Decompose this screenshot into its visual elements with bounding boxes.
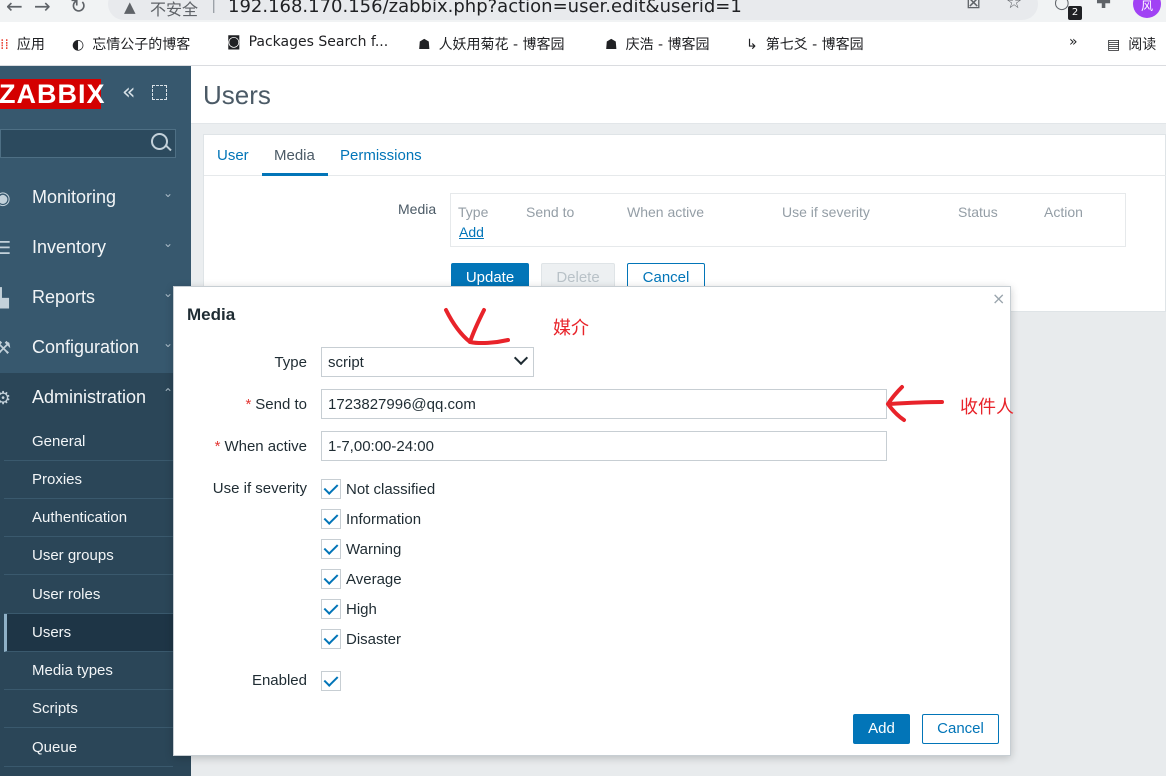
annotation-recipient: 收件人 (960, 397, 1014, 418)
annotation-media: 媒介 (553, 318, 589, 339)
arrow-left-icon (886, 385, 944, 422)
arrow-down-icon (444, 308, 510, 346)
annotation-layer (444, 308, 944, 422)
